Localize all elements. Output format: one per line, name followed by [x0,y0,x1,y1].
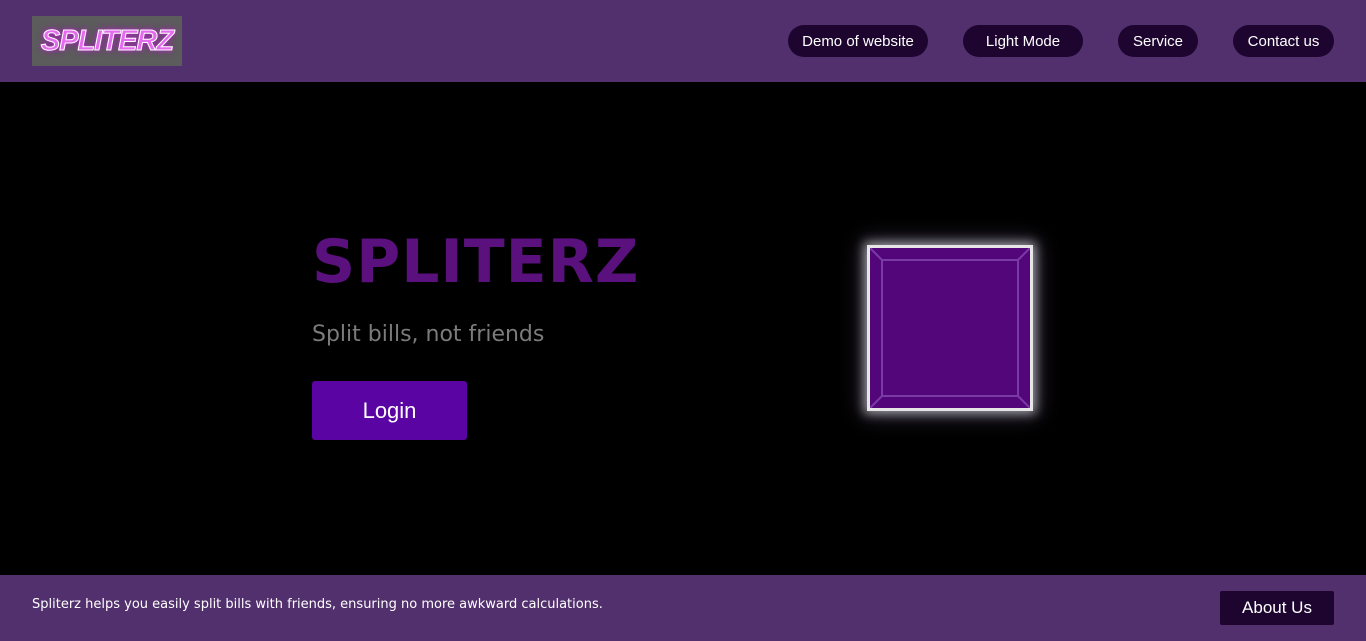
nav-light-mode-button[interactable]: Light Mode [963,25,1083,57]
nav-service-button[interactable]: Service [1118,25,1198,57]
site-header: SPLITERZ Demo of website Light Mode Serv… [0,0,1366,82]
cube-bevel-lines [870,248,1030,408]
site-footer: Spliterz helps you easily split bills wi… [0,575,1366,641]
nav-demo-button[interactable]: Demo of website [788,25,928,57]
hero-subtitle: Split bills, not friends [312,322,545,347]
cube-graphic [867,245,1033,411]
about-us-button[interactable]: About Us [1220,591,1334,625]
hero-title: SPLITERZ [312,227,640,297]
nav-bar: Demo of website Light Mode Service Conta… [0,25,1366,57]
footer-description: Spliterz helps you easily split bills wi… [32,597,603,612]
nav-contact-button[interactable]: Contact us [1233,25,1334,57]
login-button[interactable]: Login [312,381,467,440]
